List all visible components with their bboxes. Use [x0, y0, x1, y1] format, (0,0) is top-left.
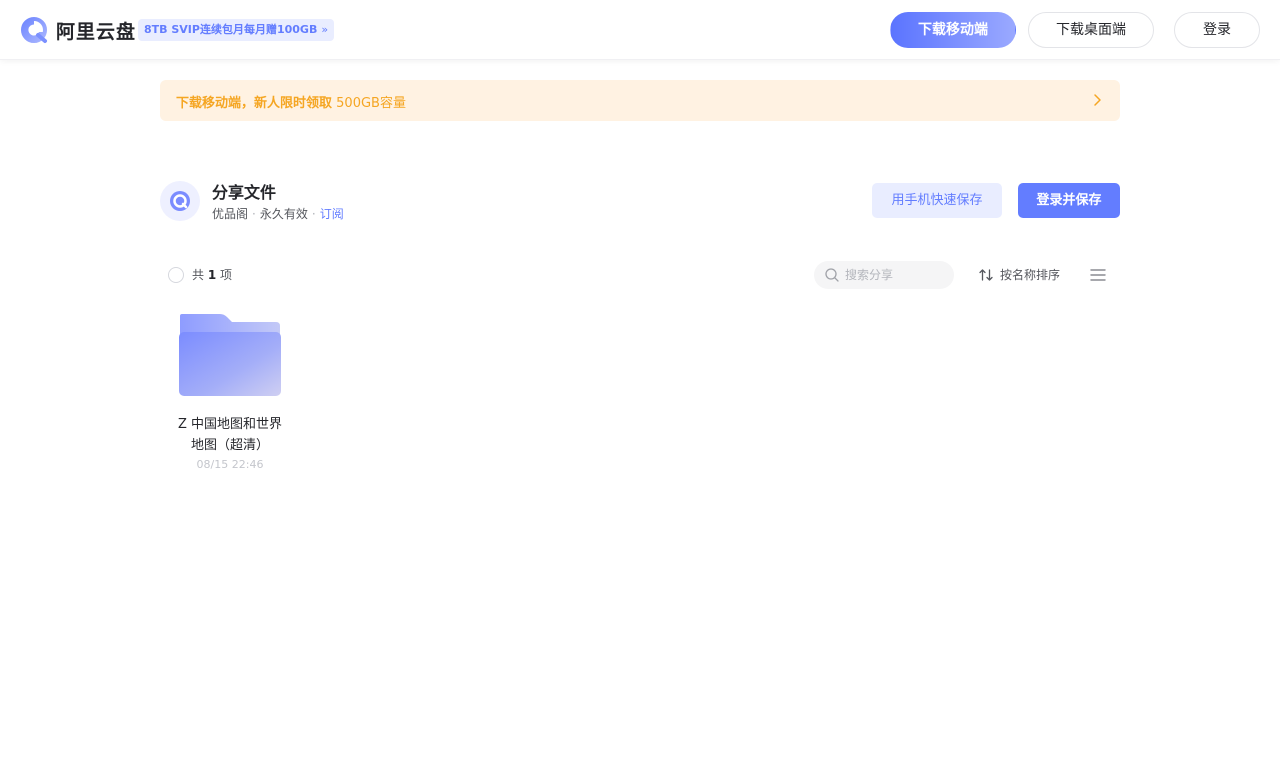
double-chevron-right-icon: »	[321, 23, 329, 36]
search-box[interactable]	[814, 261, 954, 289]
banner-text-light: 500GB容量	[332, 96, 406, 111]
sharer-avatar	[160, 181, 200, 221]
file-name: Z 中国地图和世界 地图（超清）	[168, 414, 292, 456]
aliyun-drive-logo-icon[interactable]	[20, 16, 48, 44]
list-view-icon[interactable]	[1090, 268, 1106, 282]
sort-label: 按名称排序	[1000, 268, 1061, 282]
chevron-right-icon	[1094, 94, 1101, 106]
mobile-download-banner[interactable]: 下载移动端，新人限时领取 500GB容量	[160, 80, 1120, 121]
file-item[interactable]: Z 中国地图和世界 地图（超清） 08/15 22:46	[168, 304, 292, 476]
select-all-checkbox[interactable]	[168, 267, 184, 283]
search-icon	[825, 268, 839, 282]
item-count-prefix: 共	[192, 268, 208, 282]
subscribe-link[interactable]: 订阅	[320, 207, 344, 221]
file-name-line: 地图（超清）	[190, 438, 269, 453]
share-owner: 优品阁	[212, 207, 249, 221]
item-count-value: 1	[207, 268, 217, 282]
banner-text-bold: 下载移动端，新人限时领取	[176, 96, 333, 111]
phone-quick-save-button[interactable]: 用手机快速保存	[872, 183, 1002, 218]
folder-icon	[179, 314, 281, 396]
meta-separator: ·	[311, 207, 316, 221]
item-count-suffix: 项	[216, 268, 233, 282]
download-mobile-button[interactable]: 下载移动端	[890, 12, 1016, 48]
meta-separator: ·	[252, 207, 256, 221]
search-input[interactable]	[845, 261, 949, 289]
svip-promo-text: 8TB SVIP连续包月每月赠100GB	[144, 23, 318, 36]
download-desktop-button[interactable]: 下载桌面端	[1028, 12, 1154, 48]
share-title: 分享文件	[212, 183, 277, 202]
sharer-avatar-icon	[170, 191, 190, 211]
file-name-line: Z 中国地图和世界	[177, 417, 283, 432]
share-meta: 优品阁 · 永久有效 · 订阅	[212, 205, 344, 222]
top-header: 阿里云盘 8TB SVIP连续包月每月赠100GB» 下载移动端 下载桌面端 登…	[0, 0, 1280, 60]
sort-icon	[979, 269, 993, 281]
banner-text: 下载移动端，新人限时领取 500GB容量	[176, 92, 406, 111]
file-date: 08/15 22:46	[196, 458, 264, 471]
brand-name[interactable]: 阿里云盘	[56, 17, 136, 44]
item-count: 共 1 项	[192, 266, 232, 283]
login-and-save-button[interactable]: 登录并保存	[1018, 183, 1120, 218]
svip-promo-badge[interactable]: 8TB SVIP连续包月每月赠100GB»	[138, 19, 335, 41]
share-validity: 永久有效	[259, 207, 308, 221]
login-button[interactable]: 登录	[1174, 12, 1260, 48]
